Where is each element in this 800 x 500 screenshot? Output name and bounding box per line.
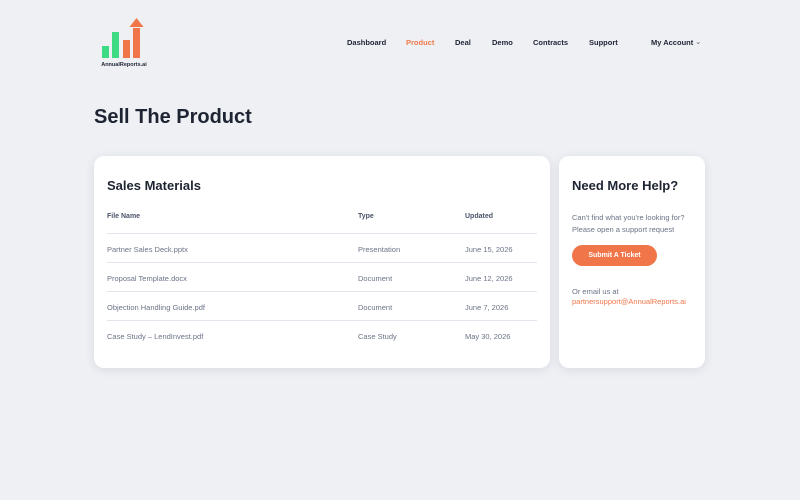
- file-type-cell: Document: [358, 274, 393, 283]
- file-type-cell: Document: [358, 303, 393, 312]
- table-header: File Name Type Updated: [107, 208, 537, 234]
- nav-item-support[interactable]: Support: [589, 38, 618, 47]
- my-account-label: My Account: [651, 38, 694, 47]
- my-account-menu[interactable]: My Account ⌄: [651, 38, 701, 47]
- sales-materials-table: File Name Type Updated Partner Sales Dec…: [107, 208, 537, 350]
- file-name-cell[interactable]: Partner Sales Deck.pptx: [107, 245, 188, 254]
- file-name-cell[interactable]: Objection Handling Guide.pdf: [107, 303, 205, 312]
- sales-materials-title: Sales Materials: [107, 178, 201, 193]
- updated-date-cell: May 30, 2026: [465, 332, 511, 341]
- column-header-type: Type: [358, 213, 374, 220]
- column-header-file-name: File Name: [107, 213, 141, 220]
- file-name-cell[interactable]: Case Study – LendInvest.pdf: [107, 332, 203, 341]
- help-title: Need More Help?: [572, 178, 679, 193]
- updated-date-cell: June 7, 2026: [465, 303, 509, 312]
- email-label: Or email us at: [572, 287, 619, 296]
- submit-ticket-button[interactable]: Submit A Ticket: [572, 245, 657, 266]
- updated-date-cell: June 15, 2026: [465, 245, 513, 254]
- updated-date-cell: June 12, 2026: [465, 274, 513, 283]
- header: AnnualReports.ai Dashboard Product Deal …: [0, 0, 800, 80]
- file-type-cell: Case Study: [358, 332, 397, 341]
- page-title: Sell The Product: [94, 106, 252, 128]
- nav-item-deal[interactable]: Deal: [455, 38, 471, 47]
- table-row[interactable]: Proposal Template.docx Document June 12,…: [107, 263, 537, 292]
- table-row[interactable]: Partner Sales Deck.pptx Presentation Jun…: [107, 234, 537, 263]
- table-row[interactable]: Objection Handling Guide.pdf Document Ju…: [107, 292, 537, 321]
- file-name-cell[interactable]: Proposal Template.docx: [107, 274, 187, 283]
- column-header-updated: Updated: [465, 213, 493, 220]
- nav-item-dashboard[interactable]: Dashboard: [347, 38, 386, 47]
- support-email-link[interactable]: partnersupport@AnnualReports.ai: [572, 297, 686, 306]
- bar-chart-logo-icon: [102, 18, 144, 58]
- nav-item-product[interactable]: Product: [406, 38, 434, 47]
- logo-text: AnnualReports.ai: [101, 62, 147, 68]
- nav-item-contracts[interactable]: Contracts: [533, 38, 568, 47]
- sales-materials-card: Sales Materials File Name Type Updated P…: [94, 156, 550, 368]
- logo[interactable]: AnnualReports.ai: [99, 16, 149, 72]
- chevron-down-icon: ⌄: [695, 39, 702, 46]
- nav-item-demo[interactable]: Demo: [492, 38, 513, 47]
- table-row[interactable]: Case Study – LendInvest.pdf Case Study M…: [107, 321, 537, 350]
- help-card: Need More Help? Can't find what you're l…: [559, 156, 705, 368]
- help-description: Can't find what you're looking for? Plea…: [572, 213, 685, 234]
- file-type-cell: Presentation: [358, 245, 401, 254]
- page: AnnualReports.ai Dashboard Product Deal …: [0, 0, 800, 500]
